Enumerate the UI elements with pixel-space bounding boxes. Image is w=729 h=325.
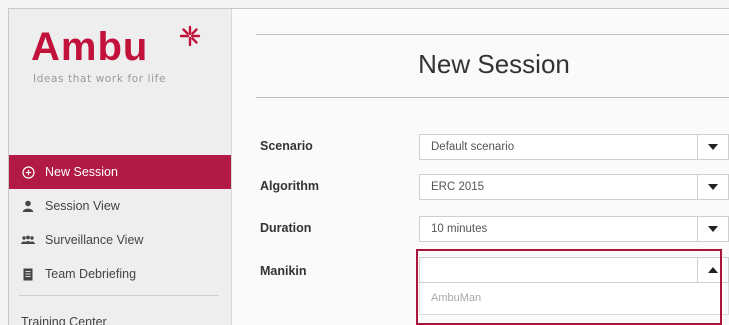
duration-dropdown-button[interactable]: [697, 217, 728, 241]
main-content: New Session Scenario Default scenario Al…: [232, 9, 729, 325]
plus-circle-icon: [21, 165, 35, 179]
sidebar-item-label: Session View: [45, 199, 120, 213]
sidebar-item-label: New Session: [45, 165, 118, 179]
page-title: New Session: [418, 49, 570, 79]
sidebar-item-label: Team Debriefing: [45, 267, 137, 281]
sidebar-divider: [19, 295, 219, 296]
algorithm-dropdown-button[interactable]: [697, 175, 728, 199]
manikin-label: Manikin: [260, 264, 307, 278]
caret-down-icon: [708, 226, 718, 232]
logo-text: Ambu: [31, 25, 149, 69]
sidebar: Ambu Ideas that work for life New Sessio…: [9, 9, 232, 325]
title-bottom-rule: [256, 97, 729, 98]
scenario-value: Default scenario: [431, 141, 515, 153]
logo-star-icon: [179, 25, 201, 47]
manikin-select[interactable]: [419, 257, 729, 283]
duration-label: Duration: [260, 221, 312, 235]
sidebar-item-team-debriefing[interactable]: Team Debriefing: [9, 257, 231, 291]
algorithm-value: ERC 2015: [431, 181, 485, 193]
duration-select[interactable]: 10 minutes: [419, 216, 729, 242]
sidebar-item-surveillance-view[interactable]: Surveillance View: [9, 223, 231, 257]
caret-up-icon: [708, 267, 718, 273]
sidebar-nav: New Session Session View Surveillance Vi…: [9, 155, 231, 291]
tagline: Ideas that work for life: [33, 73, 167, 85]
ambu-logo: Ambu Ideas that work for life: [31, 21, 221, 91]
manikin-dropdown-button[interactable]: [697, 258, 728, 282]
algorithm-label: Algorithm: [260, 179, 320, 193]
title-top-rule: [256, 34, 729, 35]
scenario-dropdown-button[interactable]: [697, 135, 728, 159]
app-window: Ambu Ideas that work for life New Sessio…: [8, 8, 729, 325]
scenario-label: Scenario: [260, 139, 313, 153]
sidebar-item-session-view[interactable]: Session View: [9, 189, 231, 223]
caret-down-icon: [708, 184, 718, 190]
duration-value: 10 minutes: [431, 223, 488, 235]
caret-down-icon: [708, 144, 718, 150]
scenario-select[interactable]: Default scenario: [419, 134, 729, 160]
person-icon: [21, 199, 35, 213]
sidebar-item-new-session[interactable]: New Session: [9, 155, 231, 189]
manikin-option-ambuman[interactable]: AmbuMan: [419, 283, 729, 315]
sidebar-item-label: Surveillance View: [45, 233, 144, 247]
group-icon: [21, 233, 35, 247]
algorithm-select[interactable]: ERC 2015: [419, 174, 729, 200]
document-icon: [21, 267, 35, 281]
